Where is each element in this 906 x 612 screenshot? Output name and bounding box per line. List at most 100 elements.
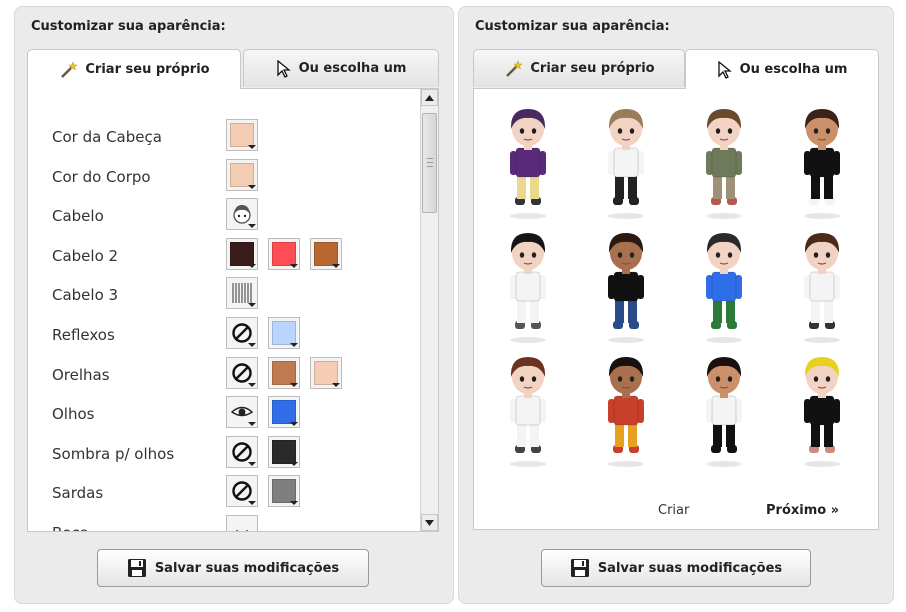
dropdown-corner-icon: [290, 263, 298, 268]
avatar-figure: [510, 357, 546, 467]
save-changes-label: Salvar suas modificações: [597, 560, 783, 576]
avatar-figure: [608, 233, 644, 343]
save-changes-button[interactable]: Salvar suas modificações: [541, 549, 811, 587]
appearance-row: Boca: [28, 515, 408, 531]
scrollbar-thumb[interactable]: [422, 113, 437, 213]
panel-title: Customizar sua aparência:: [31, 19, 226, 34]
color-swatch[interactable]: [268, 396, 300, 429]
dropdown-corner-icon: [248, 343, 256, 347]
tab-choose-one[interactable]: Ou escolha um: [243, 49, 439, 87]
floppy-disk-icon: [570, 559, 589, 577]
scroll-down-button[interactable]: [421, 514, 438, 531]
avatar-option[interactable]: [784, 225, 860, 345]
style-picker-swatch[interactable]: [226, 435, 258, 468]
color-swatch[interactable]: [268, 435, 300, 468]
save-changes-button[interactable]: Salvar suas modificações: [97, 549, 369, 587]
next-page-link[interactable]: Próximo »: [766, 503, 839, 518]
style-picker-swatch[interactable]: [226, 356, 258, 389]
tab-choose-one-label: Ou escolha um: [739, 62, 848, 77]
appearance-row-label: Cabelo: [52, 207, 104, 226]
avatar-option[interactable]: [490, 225, 566, 345]
appearance-row: Cabelo 3: [28, 277, 408, 313]
floppy-disk-icon: [127, 559, 146, 577]
cursor-arrow-icon: [276, 59, 291, 78]
style-picker-swatch[interactable]: [226, 396, 258, 429]
appearance-row-label: Cor do Corpo: [52, 167, 151, 186]
mouth-icon: [236, 530, 248, 531]
none-icon: [232, 362, 252, 383]
avatar-option[interactable]: [588, 101, 664, 221]
tab-create-own[interactable]: Criar seu próprio: [473, 49, 685, 87]
color-swatch-fill: [230, 241, 254, 266]
appearance-row-label: Cabelo 3: [52, 286, 119, 305]
avatar-figure: [804, 233, 840, 343]
dropdown-corner-icon: [248, 382, 256, 387]
create-link[interactable]: Criar: [658, 503, 689, 518]
color-swatch[interactable]: [268, 237, 300, 270]
dropdown-corner-icon: [248, 184, 256, 189]
color-swatch-fill: [314, 241, 338, 266]
scroll-up-button[interactable]: [421, 89, 438, 106]
appearance-row: Cabelo: [28, 198, 408, 234]
color-swatch-fill: [230, 162, 254, 187]
color-swatch[interactable]: [226, 237, 258, 270]
magic-wand-icon: [61, 60, 79, 78]
vertical-scrollbar[interactable]: [420, 89, 438, 531]
color-swatch[interactable]: [268, 317, 300, 349]
avatar-figure: [706, 357, 742, 467]
eye-icon: [230, 406, 254, 417]
customize-panel-create: Customizar sua aparência: Criar seu próp…: [14, 6, 454, 604]
tab-create-own[interactable]: Criar seu próprio: [27, 49, 241, 89]
color-swatch-fill: [272, 321, 296, 345]
avatar-option[interactable]: [784, 349, 860, 469]
avatar-option[interactable]: [784, 101, 860, 221]
avatar-gallery: Criar Próximo »: [473, 88, 879, 530]
dropdown-corner-icon: [248, 303, 256, 308]
appearance-row-label: Sardas: [52, 484, 104, 503]
avatar-option[interactable]: [686, 349, 762, 469]
color-swatch[interactable]: [226, 119, 258, 151]
panel-title: Customizar sua aparência:: [475, 19, 670, 34]
avatar-option[interactable]: [588, 225, 664, 345]
color-swatch[interactable]: [310, 237, 342, 270]
appearance-row: Sardas: [28, 475, 408, 511]
color-swatch-fill: [230, 123, 254, 147]
avatar-option[interactable]: [686, 101, 762, 221]
color-swatch-fill: [272, 479, 296, 504]
style-picker-swatch[interactable]: [226, 317, 258, 349]
avatar-option[interactable]: [490, 349, 566, 469]
avatar-figure: [706, 233, 742, 343]
customize-panel-choose: Customizar sua aparência: Criar seu próp…: [458, 6, 894, 604]
dropdown-corner-icon: [332, 382, 340, 387]
avatar-figure: [608, 357, 644, 467]
appearance-options-list: Cor da Cabeça Cor do Corpo Cabelo Cabelo 2 C…: [27, 88, 439, 532]
style-picker-swatch[interactable]: [226, 277, 258, 310]
appearance-row: Sombra p/ olhos: [28, 435, 408, 472]
avatar-option[interactable]: [588, 349, 664, 469]
color-swatch-fill: [272, 360, 296, 385]
avatar-figure: [804, 357, 840, 467]
style-picker-swatch[interactable]: [226, 515, 258, 531]
color-swatch[interactable]: [268, 356, 300, 389]
dropdown-corner-icon: [290, 343, 298, 347]
style-picker-swatch[interactable]: [226, 198, 258, 231]
dropdown-corner-icon: [248, 224, 256, 229]
tab-create-own-label: Criar seu próprio: [85, 62, 210, 77]
avatar-option[interactable]: [490, 101, 566, 221]
color-swatch[interactable]: [310, 356, 342, 389]
tab-choose-one[interactable]: Ou escolha um: [685, 49, 879, 89]
appearance-row: Cor da Cabeça: [28, 119, 408, 155]
none-icon: [232, 442, 252, 462]
color-swatch[interactable]: [226, 158, 258, 191]
avatar-option[interactable]: [686, 225, 762, 345]
style-picker-swatch[interactable]: [226, 475, 258, 508]
color-swatch[interactable]: [268, 475, 300, 508]
dropdown-corner-icon: [290, 382, 298, 387]
dropdown-corner-icon: [248, 263, 256, 268]
dropdown-corner-icon: [290, 422, 298, 427]
appearance-row-label: Reflexos: [52, 326, 115, 344]
appearance-row-label: Olhos: [52, 405, 95, 424]
appearance-row-label: Orelhas: [52, 365, 110, 384]
color-swatch-fill: [272, 400, 296, 425]
dropdown-corner-icon: [332, 263, 340, 268]
